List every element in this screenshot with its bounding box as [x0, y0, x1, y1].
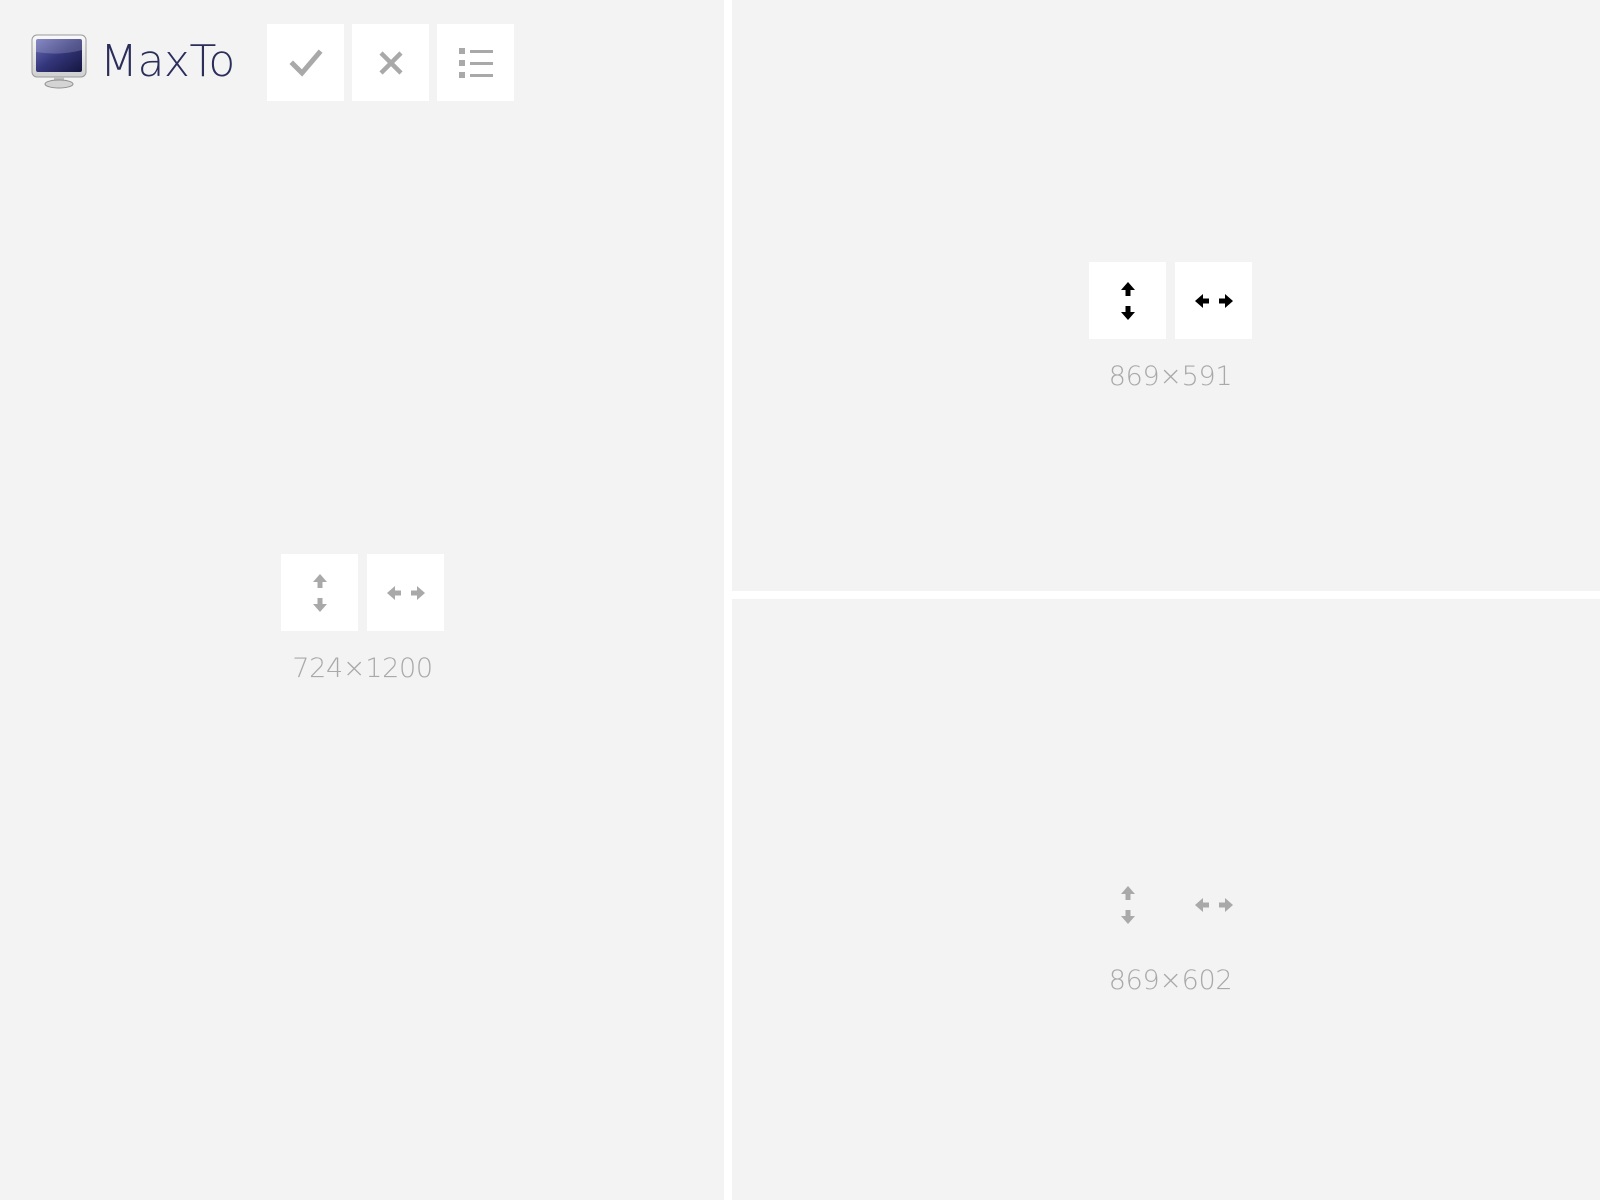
- region-left[interactable]: MaxTo 724×1200: [0, 0, 724, 1200]
- vertical-arrows-icon: [1120, 281, 1135, 320]
- apply-button[interactable]: [267, 24, 344, 101]
- vertical-arrows-icon: [1120, 885, 1135, 924]
- vertical-arrows-icon: [312, 573, 327, 612]
- maxto-screen: MaxTo 724×1200 869×591 869×602: [0, 0, 1600, 1200]
- close-icon: [378, 50, 403, 75]
- horizontal-arrows-icon: [1194, 293, 1233, 308]
- app-title: MaxTo: [100, 35, 235, 87]
- resize-horizontal-button[interactable]: [1175, 866, 1252, 943]
- region-top-right[interactable]: 869×591: [732, 0, 1600, 591]
- checkmark-icon: [288, 48, 323, 77]
- resize-vertical-button[interactable]: [1089, 866, 1166, 943]
- horizontal-arrows-icon: [386, 585, 425, 600]
- resize-controls-left: 724×1200: [281, 554, 444, 684]
- toolbar: [267, 24, 514, 101]
- resize-horizontal-button[interactable]: [1175, 262, 1252, 339]
- resize-controls-bottom-right: 869×602: [1089, 866, 1252, 996]
- horizontal-arrows-icon: [1194, 897, 1233, 912]
- list-icon: [458, 47, 493, 78]
- menu-button[interactable]: [437, 24, 514, 101]
- cancel-button[interactable]: [352, 24, 429, 101]
- monitor-logo-icon: [31, 34, 87, 89]
- resize-buttons: [1089, 866, 1252, 943]
- app-header: MaxTo: [30, 32, 235, 90]
- resize-horizontal-button[interactable]: [367, 554, 444, 631]
- region-bottom-right[interactable]: 869×602: [732, 599, 1600, 1200]
- region-size-label: 869×591: [1108, 361, 1233, 392]
- resize-vertical-button[interactable]: [1089, 262, 1166, 339]
- resize-buttons: [281, 554, 444, 631]
- resize-controls-top-right: 869×591: [1089, 262, 1252, 392]
- resize-buttons: [1089, 262, 1252, 339]
- region-size-label: 869×602: [1108, 965, 1233, 996]
- resize-vertical-button[interactable]: [281, 554, 358, 631]
- region-size-label: 724×1200: [292, 653, 433, 684]
